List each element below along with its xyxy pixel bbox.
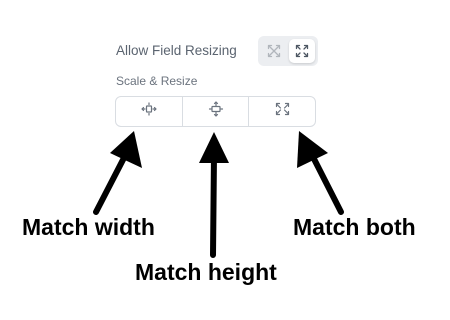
match-both-arrow	[297, 131, 344, 215]
match-height-icon	[208, 101, 224, 122]
match-width-arrow	[93, 131, 142, 215]
match-height-button[interactable]	[183, 97, 250, 126]
resize-disabled-icon[interactable]	[262, 39, 286, 63]
match-width-icon	[141, 102, 157, 121]
match-both-annotation: Match both	[293, 214, 416, 240]
scale-resize-label: Scale & Resize	[116, 74, 198, 88]
match-height-annotation: Match height	[135, 259, 277, 285]
resize-expand-icon[interactable]	[289, 39, 315, 63]
match-width-button[interactable]	[116, 97, 183, 126]
match-both-button[interactable]	[249, 97, 315, 126]
match-width-annotation: Match width	[22, 214, 155, 240]
match-height-arrow	[199, 132, 229, 258]
match-both-icon	[275, 102, 290, 121]
allow-field-resizing-toggle[interactable]	[258, 36, 318, 66]
scale-resize-segmented-control[interactable]	[115, 96, 316, 127]
allow-field-resizing-label: Allow Field Resizing	[116, 43, 237, 58]
